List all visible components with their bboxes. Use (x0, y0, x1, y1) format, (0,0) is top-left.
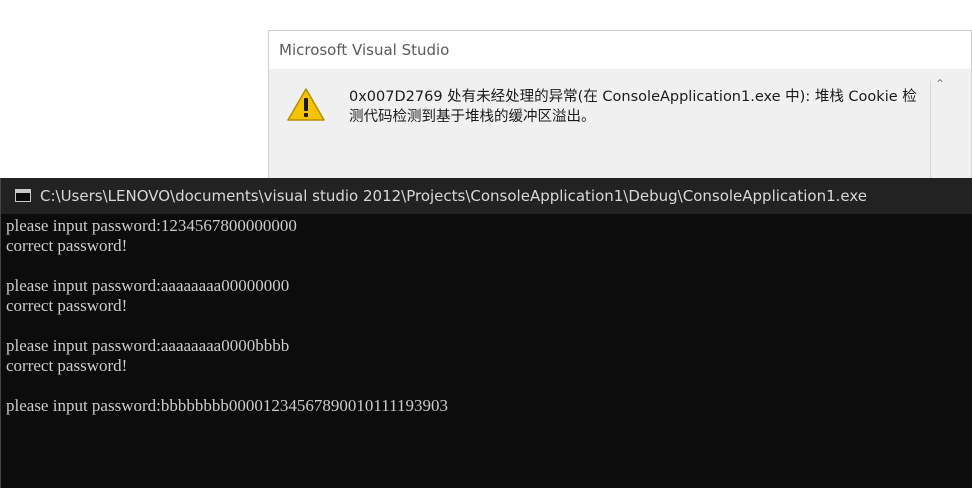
console-line: please input password:aaaaaaaa0000bbbb (6, 336, 290, 355)
desktop: Microsoft Visual Studio 0x007D2769 处有未经处… (0, 0, 972, 488)
console-titlebar[interactable]: C:\Users\LENOVO\documents\visual studio … (1, 178, 972, 214)
console-window-icon (15, 189, 31, 202)
console-line: correct password! (6, 236, 128, 255)
console-title: C:\Users\LENOVO\documents\visual studio … (40, 187, 868, 205)
dialog-title: Microsoft Visual Studio (279, 41, 450, 59)
exception-message: 0x007D2769 处有未经处理的异常(在 ConsoleApplicatio… (349, 89, 917, 125)
console-line: correct password! (6, 296, 128, 315)
console-output: please input password:1234567800000000 c… (6, 216, 966, 416)
console-line: please input password:1234567800000000 (6, 216, 297, 235)
console-line: correct password! (6, 356, 128, 375)
console-line: please input password:bbbbbbbb0000123456… (6, 396, 448, 415)
scroll-up-icon[interactable]: ⌃ (932, 77, 948, 91)
warning-icon (287, 88, 325, 121)
exception-dialog: Microsoft Visual Studio 0x007D2769 处有未经处… (268, 30, 972, 200)
console-window[interactable]: C:\Users\LENOVO\documents\visual studio … (0, 178, 972, 488)
console-line: please input password:aaaaaaaa00000000 (6, 276, 290, 295)
